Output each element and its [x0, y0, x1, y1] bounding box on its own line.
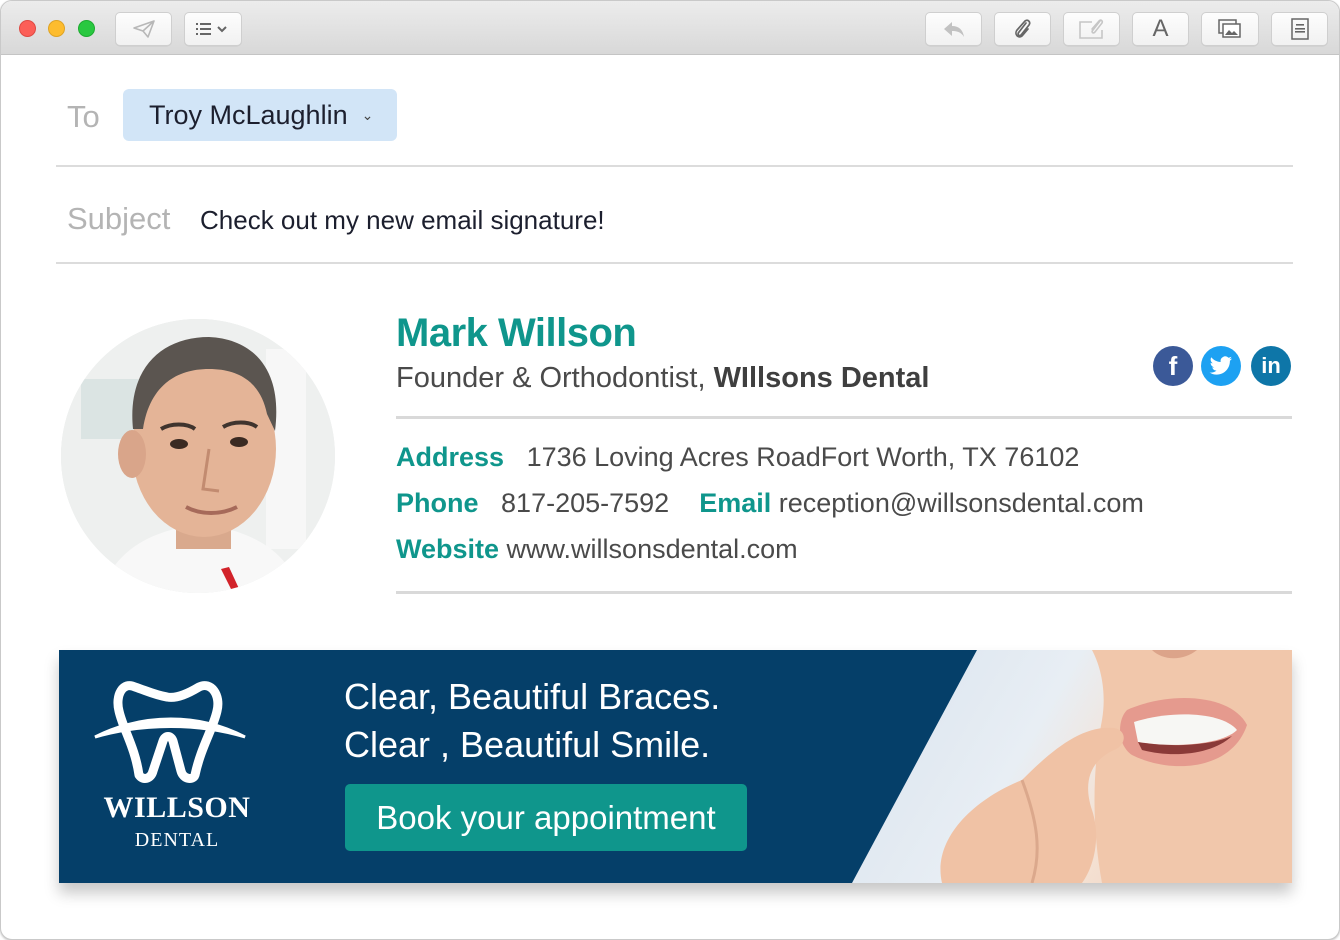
list-icon — [196, 23, 227, 35]
address-label: Address — [396, 442, 505, 472]
brand-subtitle: DENTAL — [134, 829, 220, 851]
attach-inline-button[interactable] — [1063, 12, 1120, 46]
header-fields-button[interactable] — [184, 12, 242, 46]
website-line: Website www.willsonsdental.com — [396, 534, 798, 565]
close-window-button[interactable] — [19, 20, 36, 37]
phone-label: Phone — [396, 488, 479, 518]
paper-plane-icon — [132, 20, 155, 38]
linkedin-link[interactable]: in — [1251, 346, 1291, 386]
photo-browser-button[interactable] — [1201, 12, 1259, 46]
facebook-icon: f — [1168, 350, 1178, 381]
brand-name: WILLSON — [103, 791, 251, 824]
smile-aligner-photo-icon — [940, 650, 1292, 883]
send-button[interactable] — [115, 12, 172, 46]
paperclip-icon — [1014, 19, 1030, 38]
stationery-button[interactable] — [1271, 12, 1328, 46]
recipient-name: Troy McLaughlin — [149, 99, 348, 130]
profile-photo — [61, 319, 335, 593]
mail-compose-window: A To Troy McLaughlin ⌄ Subject Check out… — [0, 0, 1340, 940]
subject-label: Subject — [67, 201, 171, 236]
website-label: Website — [396, 534, 500, 564]
banner-headline-1: Clear, Beautiful Braces. — [344, 676, 721, 717]
promo-banner[interactable]: WILLSON DENTAL Clear, Beautiful Braces. … — [59, 650, 1292, 883]
website-link[interactable]: www.willsonsdental.com — [507, 534, 798, 564]
reply-button[interactable] — [925, 12, 982, 46]
photo-icon — [1218, 19, 1241, 38]
address-value: 1736 Loving Acres RoadFort Worth, TX 761… — [526, 442, 1080, 472]
signature-title: Founder & Orthodontist, WIllsons Dental — [396, 362, 929, 395]
person-portrait-icon — [61, 319, 335, 593]
chevron-down-icon[interactable]: ⌄ — [362, 107, 374, 124]
email-link[interactable]: reception@willsonsdental.com — [779, 488, 1144, 518]
address-line: Address 1736 Loving Acres RoadFort Worth… — [396, 442, 1079, 473]
banner-photo — [852, 650, 1292, 883]
toolbar: A — [1, 1, 1339, 55]
signature-divider-bottom — [396, 591, 1292, 594]
job-title: Founder & Orthodontist, — [396, 362, 714, 394]
book-appointment-button[interactable]: Book your appointment — [345, 784, 747, 851]
attach-button[interactable] — [994, 12, 1051, 46]
font-icon: A — [1152, 15, 1169, 42]
format-button[interactable]: A — [1132, 12, 1189, 46]
linkedin-icon: in — [1261, 353, 1281, 378]
minimize-window-button[interactable] — [48, 20, 65, 37]
recipient-token[interactable]: Troy McLaughlin ⌄ — [123, 89, 397, 141]
signature-name: Mark Willson — [396, 311, 637, 355]
signature-divider-top — [396, 416, 1292, 419]
subject-input[interactable]: Check out my new email signature! — [200, 205, 605, 236]
twitter-link[interactable] — [1201, 346, 1241, 386]
reply-arrow-icon — [943, 22, 964, 37]
stationery-icon — [1290, 18, 1309, 40]
email-label: Email — [699, 488, 772, 518]
twitter-icon — [1209, 356, 1232, 375]
facebook-link[interactable]: f — [1153, 346, 1193, 386]
company-name: WIllsons Dental — [713, 362, 930, 394]
attach-document-icon — [1078, 19, 1103, 39]
banner-headline-2: Clear , Beautiful Smile. — [344, 724, 711, 765]
phone-value[interactable]: 817-205-7592 — [501, 488, 669, 518]
tooth-logo-icon — [94, 681, 246, 783]
contact-line: Phone 817-205-7592 Email reception@wills… — [396, 488, 1144, 519]
to-label: To — [67, 99, 100, 134]
zoom-window-button[interactable] — [78, 20, 95, 37]
